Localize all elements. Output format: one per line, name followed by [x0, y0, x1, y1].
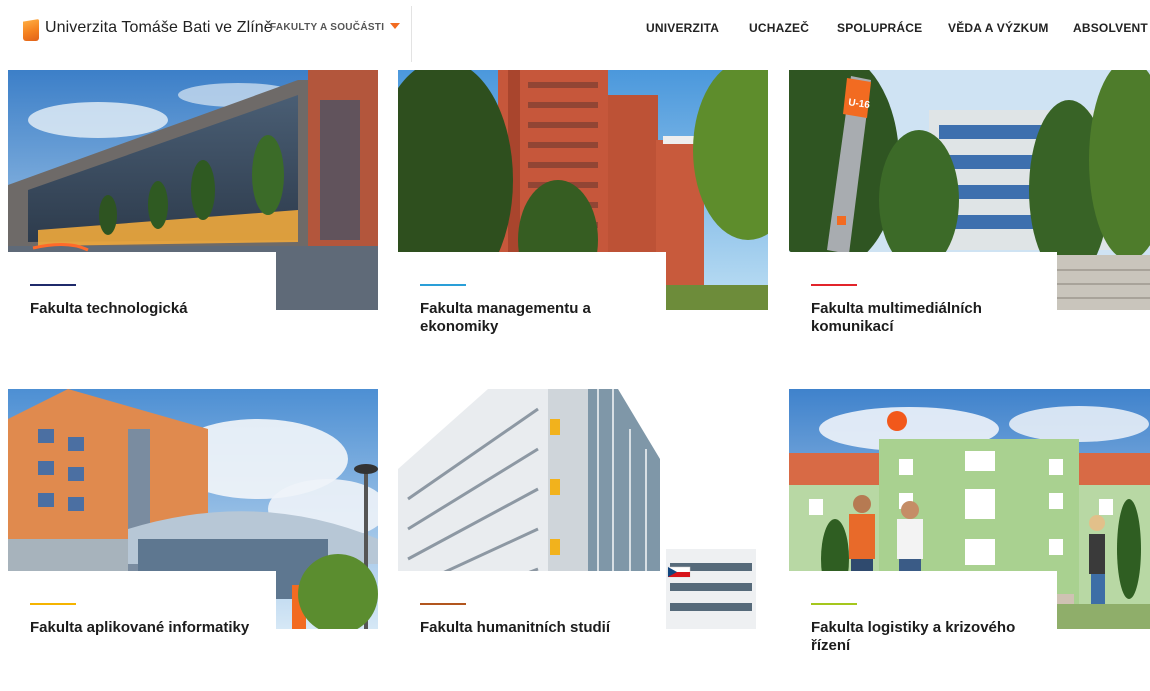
faculty-card-aplikovane-informatiky[interactable]: Fakulta aplikované informatiky — [8, 389, 378, 691]
university-logo-icon[interactable] — [23, 19, 39, 41]
faculty-label: Fakulta logistiky a krizového řízení — [789, 571, 1057, 691]
faculty-label: Fakulta managementu a ekonomiky — [398, 252, 666, 372]
faculty-card-multimedialnich[interactable]: U-16 Fakulta multimediálních komunikací — [789, 70, 1150, 372]
nav-uchazec[interactable]: UCHAZEČ — [749, 21, 809, 35]
faculty-title[interactable]: Fakulta logistiky a krizového řízení — [811, 619, 1041, 655]
accent-line — [30, 284, 76, 286]
faculties-dropdown-label: FAKULTY A SOUČÁSTI — [270, 22, 385, 33]
nav-univerzita[interactable]: UNIVERZITA — [646, 21, 719, 35]
faculty-label: Fakulta aplikované informatiky — [8, 571, 276, 691]
faculty-label: Fakulta technologická — [8, 252, 276, 372]
faculty-title[interactable]: Fakulta aplikované informatiky — [30, 619, 260, 637]
accent-line — [811, 603, 857, 605]
faculty-label: Fakulta multimediálních komunikací — [789, 252, 1057, 372]
accent-line — [420, 284, 466, 286]
faculty-title[interactable]: Fakulta technologická — [30, 300, 260, 318]
faculty-title[interactable]: Fakulta multimediálních komunikací — [811, 300, 1041, 336]
nav-spoluprace[interactable]: SPOLUPRÁCE — [837, 21, 922, 35]
chevron-down-icon — [390, 23, 401, 29]
header-divider — [411, 6, 412, 62]
accent-line — [420, 603, 466, 605]
nav-absolvent[interactable]: ABSOLVENT — [1073, 21, 1148, 35]
faculty-card-technologicka[interactable]: Fakulta technologická — [8, 70, 378, 372]
accent-line — [811, 284, 857, 286]
university-name-link[interactable]: Univerzita Tomáše Bati ve Zlíně — [45, 19, 273, 37]
nav-veda-a-vyzkum[interactable]: VĚDA A VÝZKUM — [948, 21, 1049, 35]
faculty-title[interactable]: Fakulta humanitních studií — [420, 619, 650, 637]
faculty-label: Fakulta humanitních studií — [398, 571, 666, 691]
faculty-card-logistiky[interactable]: Fakulta logistiky a krizového řízení — [789, 389, 1150, 691]
top-navigation-bar: Univerzita Tomáše Bati ve Zlíně FAKULTY … — [0, 0, 1150, 62]
faculty-card-managementu[interactable]: Fakulta managementu a ekonomiky — [398, 70, 768, 372]
faculty-title[interactable]: Fakulta managementu a ekonomiky — [420, 300, 650, 336]
accent-line — [30, 603, 76, 605]
faculties-dropdown[interactable]: FAKULTY A SOUČÁSTI — [270, 22, 401, 33]
faculty-card-humanitnich-studii[interactable]: Fakulta humanitních studií — [398, 389, 768, 691]
